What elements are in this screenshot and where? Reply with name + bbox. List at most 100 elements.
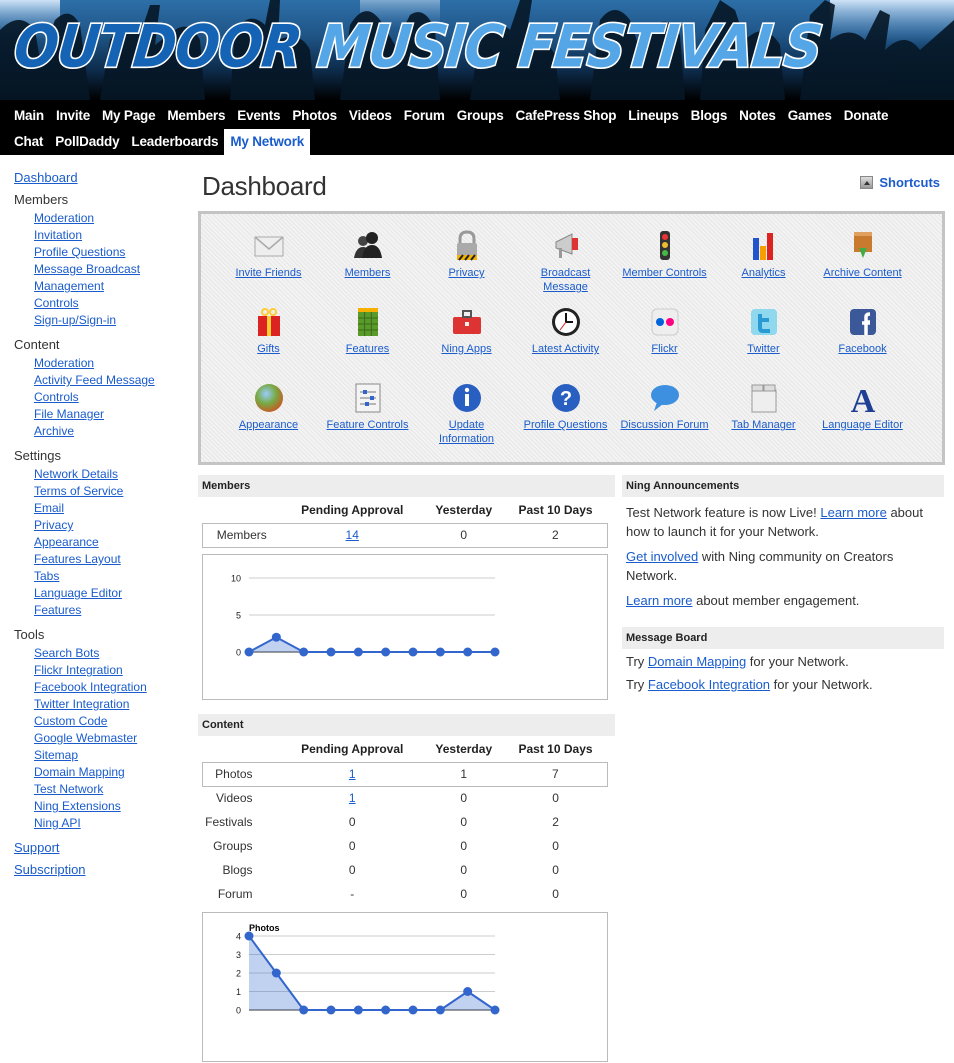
- shortcut-invite-friends[interactable]: Invite Friends: [219, 228, 318, 304]
- nav-tab-leaderboards[interactable]: Leaderboards: [125, 129, 224, 155]
- shortcut-label[interactable]: Discussion Forum: [620, 418, 708, 432]
- shortcut-appearance[interactable]: Appearance: [219, 380, 318, 456]
- envelope-icon[interactable]: [251, 228, 287, 264]
- shortcut-label[interactable]: Members: [345, 266, 391, 280]
- sidebar-link-settings-email[interactable]: Email: [34, 501, 64, 515]
- shortcut-facebook[interactable]: Facebook: [813, 304, 912, 380]
- facebook-icon[interactable]: [845, 304, 881, 340]
- sidebar-link-tools-test-network[interactable]: Test Network: [34, 782, 103, 796]
- shortcut-profile-questions[interactable]: ? Profile Questions: [516, 380, 615, 456]
- sidebar-link-content-archive[interactable]: Archive: [34, 424, 74, 438]
- sidebar-link-settings-privacy[interactable]: Privacy: [34, 518, 73, 532]
- nav-tab-notes[interactable]: Notes: [733, 103, 782, 129]
- shortcut-feature-controls[interactable]: Feature Controls: [318, 380, 417, 456]
- flickr-icon[interactable]: [647, 304, 683, 340]
- info-icon[interactable]: [449, 380, 485, 416]
- shortcut-label[interactable]: Broadcast Message: [536, 266, 596, 294]
- speech-bubble-icon[interactable]: [647, 380, 683, 416]
- data-point[interactable]: [463, 987, 473, 996]
- collapse-icon[interactable]: [860, 176, 874, 189]
- nav-tab-cafepress-shop[interactable]: CafePress Shop: [510, 103, 623, 129]
- data-point[interactable]: [326, 647, 336, 656]
- nav-tab-invite[interactable]: Invite: [50, 103, 96, 129]
- data-point[interactable]: [353, 1005, 363, 1015]
- shortcut-label[interactable]: Profile Questions: [524, 418, 608, 432]
- sidebar-link-tools-search-bots[interactable]: Search Bots: [34, 646, 99, 660]
- data-point[interactable]: [271, 632, 281, 642]
- shortcuts-link[interactable]: Shortcuts: [879, 175, 940, 190]
- sidebar-link-settings-features-layout[interactable]: Features Layout: [34, 552, 121, 566]
- shortcut-update-information[interactable]: Update Information: [417, 380, 516, 456]
- sidebar-link-content-activity-feed-message[interactable]: Activity Feed Message: [34, 373, 155, 387]
- grid-icon[interactable]: [350, 304, 386, 340]
- toolbox-icon[interactable]: [449, 304, 485, 340]
- site-logo[interactable]: OUTDOOR MUSIC FESTIVALS: [9, 12, 826, 82]
- shortcut-twitter[interactable]: Twitter: [714, 304, 813, 380]
- sidebar-link-tools-ning-extensions[interactable]: Ning Extensions: [34, 799, 121, 813]
- shortcut-label[interactable]: Privacy: [448, 266, 484, 280]
- shortcut-label[interactable]: Latest Activity: [532, 342, 599, 356]
- pending-approval-link[interactable]: 14: [346, 528, 359, 542]
- shortcut-label[interactable]: Flickr: [651, 342, 677, 356]
- nav-tab-events[interactable]: Events: [231, 103, 286, 129]
- shortcut-label[interactable]: Facebook: [838, 342, 886, 356]
- question-icon[interactable]: ?: [548, 380, 584, 416]
- shortcut-privacy[interactable]: Privacy: [417, 228, 516, 304]
- sidebar-link-content-file-manager[interactable]: File Manager: [34, 407, 104, 421]
- data-point[interactable]: [490, 647, 500, 656]
- nav-tab-forum[interactable]: Forum: [398, 103, 451, 129]
- shortcuts-toggle[interactable]: Shortcuts: [860, 175, 940, 190]
- nav-tab-donate[interactable]: Donate: [838, 103, 895, 129]
- nav-tab-chat[interactable]: Chat: [8, 129, 49, 155]
- shortcut-flickr[interactable]: Flickr: [615, 304, 714, 380]
- archive-box-icon[interactable]: [845, 228, 881, 264]
- nav-tab-groups[interactable]: Groups: [451, 103, 510, 129]
- sidebar-link-tools-twitter-integration[interactable]: Twitter Integration: [34, 697, 129, 711]
- clock-icon[interactable]: [548, 304, 584, 340]
- shortcut-label[interactable]: Update Information: [437, 418, 497, 446]
- sidebar-link-subscription[interactable]: Subscription: [14, 862, 194, 877]
- sidebar-link-settings-tabs[interactable]: Tabs: [34, 569, 59, 583]
- domain-mapping-link[interactable]: Domain Mapping: [648, 654, 746, 669]
- people-icon[interactable]: [350, 228, 386, 264]
- shortcut-label[interactable]: Analytics: [741, 266, 785, 280]
- shortcut-label[interactable]: Features: [346, 342, 389, 356]
- shortcut-discussion-forum[interactable]: Discussion Forum: [615, 380, 714, 456]
- sidebar-link-members-invitation[interactable]: Invitation: [34, 228, 82, 242]
- shortcut-gifts[interactable]: Gifts: [219, 304, 318, 380]
- tabs-icon[interactable]: [746, 380, 782, 416]
- nav-tab-members[interactable]: Members: [161, 103, 231, 129]
- shortcut-label[interactable]: Feature Controls: [327, 418, 409, 432]
- sidebar-link-dashboard[interactable]: Dashboard: [14, 170, 194, 185]
- shortcut-label[interactable]: Member Controls: [622, 266, 706, 280]
- twitter-icon[interactable]: [746, 304, 782, 340]
- sidebar-link-tools-facebook-integration[interactable]: Facebook Integration: [34, 680, 147, 694]
- sidebar-link-tools-domain-mapping[interactable]: Domain Mapping: [34, 765, 125, 779]
- color-orb-icon[interactable]: [251, 380, 287, 416]
- data-point[interactable]: [435, 647, 445, 656]
- shortcut-latest-activity[interactable]: Latest Activity: [516, 304, 615, 380]
- shortcut-label[interactable]: Language Editor: [822, 418, 903, 432]
- shortcut-label[interactable]: Appearance: [239, 418, 298, 432]
- sidebar-link-tools-sitemap[interactable]: Sitemap: [34, 748, 78, 762]
- data-point[interactable]: [408, 1005, 418, 1015]
- gift-icon[interactable]: [251, 304, 287, 340]
- shortcut-tab-manager[interactable]: Tab Manager: [714, 380, 813, 456]
- sidebar-link-settings-network-details[interactable]: Network Details: [34, 467, 118, 481]
- sidebar-link-members-management[interactable]: Management: [34, 279, 104, 293]
- data-point[interactable]: [381, 1005, 391, 1015]
- data-point[interactable]: [463, 647, 473, 656]
- sidebar-link-tools-ning-api[interactable]: Ning API: [34, 816, 81, 830]
- shortcut-label[interactable]: Twitter: [747, 342, 779, 356]
- sidebar-link-tools-google-webmaster[interactable]: Google Webmaster: [34, 731, 137, 745]
- shortcut-member-controls[interactable]: Member Controls: [615, 228, 714, 304]
- sidebar-link-members-sign-up-sign-in[interactable]: Sign-up/Sign-in: [34, 313, 116, 327]
- get-involved-link[interactable]: Get involved: [626, 549, 698, 564]
- data-point[interactable]: [271, 968, 281, 978]
- shortcut-label[interactable]: Invite Friends: [235, 266, 301, 280]
- traffic-light-icon[interactable]: [647, 228, 683, 264]
- data-point[interactable]: [326, 1005, 336, 1015]
- data-point[interactable]: [408, 647, 418, 656]
- sidebar-link-settings-features[interactable]: Features: [34, 603, 81, 617]
- nav-tab-my-page[interactable]: My Page: [96, 103, 161, 129]
